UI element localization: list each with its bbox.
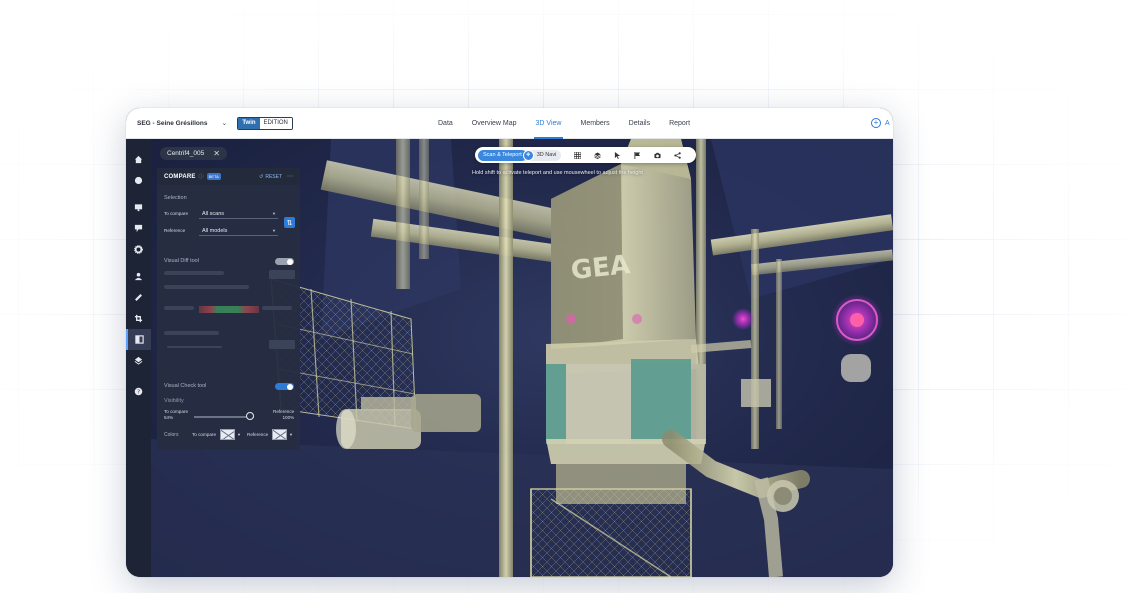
disabled-option — [262, 306, 292, 310]
tab-details[interactable]: Details — [629, 108, 650, 139]
gear-icon[interactable] — [126, 239, 151, 260]
colors-to-compare-label: To compare — [192, 432, 216, 437]
selection-title: Selection — [164, 195, 187, 201]
visual-diff-title: Visual Diff tool — [164, 258, 199, 264]
mode-3d-navi[interactable]: 3D Navi — [534, 152, 562, 158]
disabled-field — [269, 340, 295, 349]
caret-down-icon: ▼ — [272, 211, 276, 216]
pointer-icon[interactable] — [607, 151, 627, 159]
reference-select[interactable]: All models ▼ — [199, 226, 278, 236]
project-selector[interactable]: SEG - Seine Grésillons ⌄ Twin EDITION — [126, 108, 293, 138]
swap-icon: ⇅ — [286, 219, 293, 227]
machine-logo: GEA — [569, 250, 631, 286]
pin-icon[interactable] — [126, 218, 151, 239]
edition-label: EDITION — [259, 117, 292, 129]
visual-check-title: Visual Check tool — [164, 383, 207, 389]
marketing-background: SEG - Seine Grésillons ⌄ Twin EDITION Da… — [0, 0, 1127, 593]
tab-report[interactable]: Report — [669, 108, 690, 139]
navigation-mode-toggle[interactable]: Scan & Teleport ✥ 3D Navi — [478, 149, 562, 161]
reset-icon: ↺ — [259, 173, 264, 180]
edition-badge: Twin EDITION — [237, 116, 293, 130]
to-compare-select[interactable]: All scans ▼ — [199, 209, 278, 219]
top-header: SEG - Seine Grésillons ⌄ Twin EDITION Da… — [126, 108, 893, 139]
vis-reference-pct: 100% — [282, 415, 295, 420]
share-icon[interactable] — [667, 151, 687, 159]
disabled-slider — [167, 346, 222, 348]
svg-text:?: ? — [137, 390, 140, 396]
vis-to-compare-block: To compare 54% — [164, 409, 188, 421]
to-compare-color-swatch[interactable] — [220, 429, 235, 440]
tab-overview-map[interactable]: Overview Map — [472, 108, 517, 139]
compare-panel: COMPARE ⓘ BETA ↺ RESET ⋯ Selection To co… — [157, 168, 300, 450]
caret-down-icon[interactable]: ▼ — [237, 432, 241, 437]
reference-color-swatch[interactable] — [272, 429, 287, 440]
teleport-icon: ✥ — [522, 149, 534, 161]
person-pin-icon[interactable] — [126, 266, 151, 287]
vis-reference-block: Reference 100% — [273, 409, 294, 421]
vis-to-compare-pct: 54% — [164, 415, 174, 420]
disabled-option — [164, 271, 224, 275]
disabled-option — [164, 306, 194, 310]
colors-reference-label: Reference — [247, 432, 269, 437]
reference-label: Reference — [164, 228, 186, 233]
selected-scan-chip: Centrif4_005 ✕ — [160, 147, 227, 160]
add-label: A — [885, 119, 890, 127]
close-icon[interactable]: ✕ — [213, 149, 220, 158]
swap-button[interactable]: ⇅ — [284, 217, 295, 228]
view-toolbar: Scan & Teleport ✥ 3D Navi — [475, 147, 696, 163]
app-window: SEG - Seine Grésillons ⌄ Twin EDITION Da… — [126, 108, 893, 577]
add-button[interactable]: + A — [871, 118, 893, 128]
visual-check-toggle[interactable] — [275, 383, 294, 390]
circle-icon[interactable] — [126, 170, 151, 191]
chevron-down-icon[interactable]: ⌄ — [221, 119, 227, 127]
tab-data[interactable]: Data — [438, 108, 453, 139]
main-nav: Data Overview Map 3D View Members Detail… — [438, 108, 709, 139]
home-icon[interactable] — [126, 149, 151, 170]
visibility-title: Visibility — [164, 398, 184, 404]
teleport-hint: Hold shift to activate teleport and use … — [472, 170, 643, 176]
edition-twin-label: Twin — [238, 117, 260, 129]
ruler-icon[interactable] — [126, 287, 151, 308]
reset-label: RESET — [265, 173, 282, 180]
crop-icon[interactable] — [126, 308, 151, 329]
compare-icon[interactable] — [126, 329, 151, 350]
visibility-slider-track[interactable] — [194, 416, 254, 418]
left-tool-rail: ? — [126, 139, 151, 577]
diff-color-scale — [199, 306, 259, 313]
toggle-knob — [287, 383, 293, 390]
project-name: SEG - Seine Grésillons — [137, 119, 208, 127]
layers-stack-icon[interactable] — [587, 151, 607, 159]
panel-title: COMPARE — [164, 173, 196, 180]
flag-icon[interactable] — [627, 151, 647, 159]
add-circle-icon: + — [871, 118, 881, 128]
scan-name: Centrif4_005 — [167, 150, 205, 157]
grid-icon[interactable] — [567, 151, 587, 159]
help-icon[interactable]: ? — [126, 381, 151, 402]
issue-marker[interactable] — [732, 308, 754, 330]
visibility-slider-handle[interactable] — [246, 412, 255, 420]
beta-badge: BETA — [206, 173, 221, 180]
tab-3d-view[interactable]: 3D View — [533, 108, 564, 139]
colors-label: Colors — [164, 432, 179, 438]
caret-down-icon: ▼ — [272, 228, 276, 233]
compare-panel-header: COMPARE ⓘ BETA ↺ RESET ⋯ — [157, 168, 300, 185]
mode-scan-teleport[interactable]: Scan & Teleport — [478, 149, 527, 161]
monitor-icon[interactable] — [126, 197, 151, 218]
toggle-knob — [287, 258, 293, 265]
more-icon[interactable]: ⋯ — [287, 173, 293, 180]
disabled-field — [269, 270, 295, 279]
caret-down-icon[interactable]: ▼ — [289, 432, 293, 437]
reference-value: All models — [202, 227, 228, 234]
disabled-option — [164, 331, 219, 335]
disabled-option — [164, 285, 249, 289]
to-compare-label: To compare — [164, 211, 188, 216]
visual-diff-toggle[interactable] — [275, 258, 294, 265]
tab-members[interactable]: Members — [580, 108, 609, 139]
info-icon[interactable]: ⓘ — [199, 173, 204, 180]
reset-button[interactable]: ↺ RESET — [259, 174, 282, 180]
camera-icon[interactable] — [647, 152, 667, 159]
layers-icon[interactable] — [126, 350, 151, 371]
to-compare-value: All scans — [202, 210, 225, 217]
